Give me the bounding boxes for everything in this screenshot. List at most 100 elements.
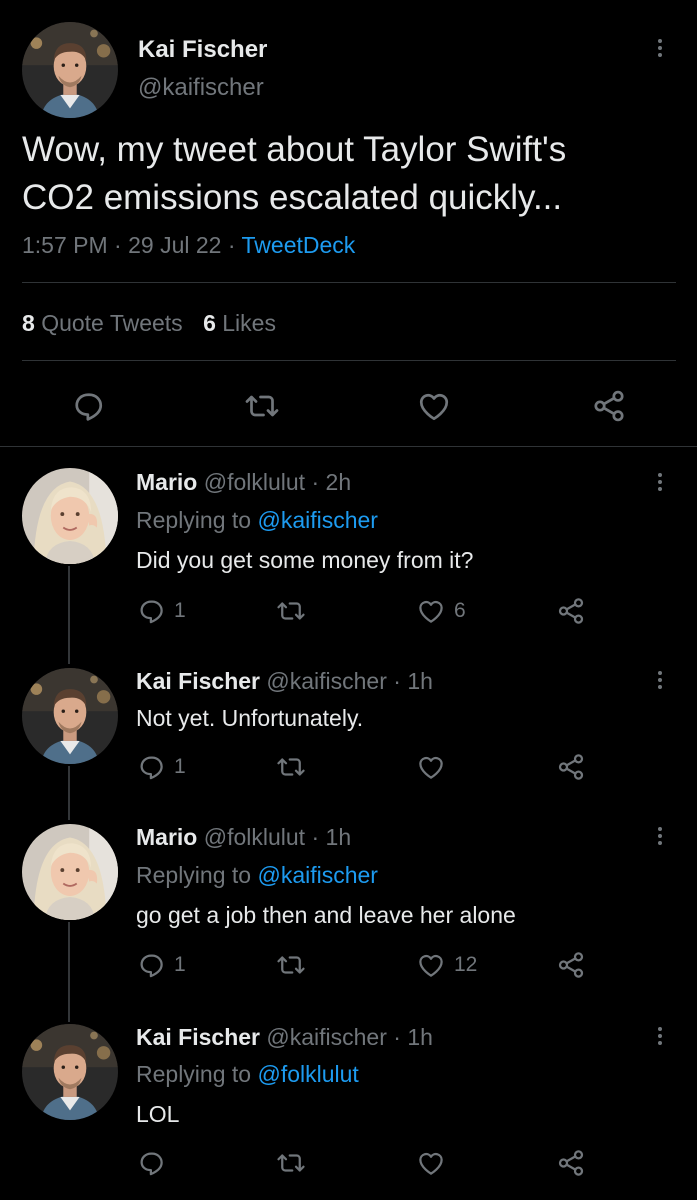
heart-icon [416, 752, 446, 782]
retweet-icon [276, 596, 306, 626]
replying-to-link[interactable]: @kaifischer [257, 507, 378, 533]
more-options-icon[interactable] [650, 1024, 670, 1048]
like-button[interactable] [416, 1148, 454, 1178]
share-button[interactable] [591, 388, 627, 424]
share-button[interactable] [556, 1148, 586, 1178]
more-options-icon[interactable] [650, 36, 670, 60]
replying-to: Replying to @kaifischer [136, 507, 378, 534]
like-button[interactable]: 6 [416, 596, 466, 626]
more-options-icon[interactable] [650, 668, 670, 692]
retweet-button[interactable] [276, 950, 306, 980]
like-count: 6 [454, 599, 466, 622]
reply-text: Not yet. Unfortunately. [136, 705, 364, 731]
avatar-image [22, 1024, 118, 1120]
heart-icon [416, 596, 446, 626]
engagement-stats: 8 Quote Tweets 6 Likes [22, 310, 276, 337]
reply-avatar[interactable] [22, 1024, 118, 1120]
like-button[interactable] [416, 388, 452, 424]
avatar-image [22, 22, 118, 118]
reply-avatar[interactable] [22, 468, 118, 564]
author-handle[interactable]: @kaifischer [138, 74, 264, 102]
replying-to-link[interactable]: @folklulut [257, 1061, 358, 1087]
reply-button[interactable] [136, 1148, 174, 1178]
share-icon [591, 388, 627, 424]
author-avatar[interactable] [22, 22, 118, 118]
avatar-image [22, 468, 118, 564]
reply-header: Mario @folklulut · 1h [136, 824, 351, 851]
like-button[interactable]: 12 [416, 950, 477, 980]
reply-author-handle[interactable]: @folklulut [204, 824, 305, 850]
tweet-time[interactable]: 1:57 PM [22, 232, 108, 258]
tweet-text-line: CO2 emissions escalated quickly... [22, 178, 563, 217]
thread-line [68, 766, 70, 820]
reply-button[interactable]: 1 [136, 752, 186, 782]
reply-icon [136, 752, 166, 782]
divider [0, 446, 697, 447]
reply-header: Kai Fischer @kaifischer · 1h [136, 668, 433, 695]
retweet-button[interactable] [244, 388, 280, 424]
tweet-date[interactable]: 29 Jul 22 [128, 232, 221, 258]
retweet-button[interactable] [276, 1148, 306, 1178]
reply-time[interactable]: 2h [326, 469, 352, 495]
quote-tweets-link[interactable]: 8 Quote Tweets [22, 310, 189, 336]
reply-time[interactable]: 1h [326, 824, 352, 850]
meta-separator: · [311, 469, 320, 495]
reply-count: 1 [174, 953, 186, 976]
reply-icon [136, 1148, 166, 1178]
tweet-meta: 1:57 PM · 29 Jul 22 · TweetDeck [22, 232, 355, 259]
reply-author-name[interactable]: Mario [136, 469, 197, 495]
retweet-button[interactable] [276, 752, 306, 782]
replying-to-prefix: Replying to [136, 862, 252, 888]
meta-separator: · [227, 232, 236, 258]
divider [22, 282, 676, 283]
reply-author-name[interactable]: Kai Fischer [136, 668, 260, 694]
reply-count: 1 [174, 599, 186, 622]
meta-separator: · [393, 1024, 401, 1050]
author-name[interactable]: Kai Fischer [138, 36, 267, 64]
share-icon [556, 596, 586, 626]
reply-button[interactable] [70, 388, 106, 424]
quote-label: Quote Tweets [41, 310, 183, 336]
reply-button[interactable]: 1 [136, 596, 186, 626]
reply-author-handle[interactable]: @folklulut [204, 469, 305, 495]
reply-avatar[interactable] [22, 824, 118, 920]
reply-author-name[interactable]: Mario [136, 824, 197, 850]
replying-to-prefix: Replying to [136, 507, 252, 533]
reply-time[interactable]: 1h [407, 1024, 433, 1050]
tweet-source-link[interactable]: TweetDeck [242, 232, 356, 258]
heart-icon [416, 388, 452, 424]
reply-author-name[interactable]: Kai Fischer [136, 1024, 260, 1050]
thread-line [68, 922, 70, 1022]
more-options-icon[interactable] [650, 824, 670, 848]
more-options-icon[interactable] [650, 470, 670, 494]
like-count: 12 [454, 953, 478, 976]
reply-header: Mario @folklulut · 2h [136, 469, 351, 496]
reply-author-handle[interactable]: @kaifischer [266, 1024, 387, 1050]
reply-avatar[interactable] [22, 668, 118, 764]
replying-to-prefix: Replying to [136, 1061, 252, 1087]
meta-separator: · [311, 824, 320, 850]
share-button[interactable] [556, 752, 586, 782]
heart-icon [416, 1148, 446, 1178]
retweet-icon [276, 752, 306, 782]
likes-link[interactable]: 6 Likes [203, 310, 276, 336]
reply-time[interactable]: 1h [407, 668, 433, 694]
avatar-image [22, 824, 118, 920]
tweet-text-line: Wow, my tweet about Taylor Swift's [22, 130, 567, 169]
like-count: 6 [203, 310, 216, 336]
share-button[interactable] [556, 950, 586, 980]
retweet-icon [276, 1148, 306, 1178]
replying-to-link[interactable]: @kaifischer [257, 862, 378, 888]
reply-text: LOL [136, 1101, 180, 1127]
replying-to: Replying to @kaifischer [136, 862, 378, 889]
tweet-text: Wow, my tweet about Taylor Swift's CO2 e… [22, 126, 566, 222]
share-button[interactable] [556, 596, 586, 626]
reply-icon [70, 388, 106, 424]
reply-author-handle[interactable]: @kaifischer [266, 668, 387, 694]
divider [22, 360, 676, 361]
reply-button[interactable]: 1 [136, 950, 186, 980]
quote-count: 8 [22, 310, 35, 336]
like-button[interactable] [416, 752, 454, 782]
retweet-button[interactable] [276, 596, 306, 626]
reply-text: Did you get some money from it? [136, 547, 474, 573]
